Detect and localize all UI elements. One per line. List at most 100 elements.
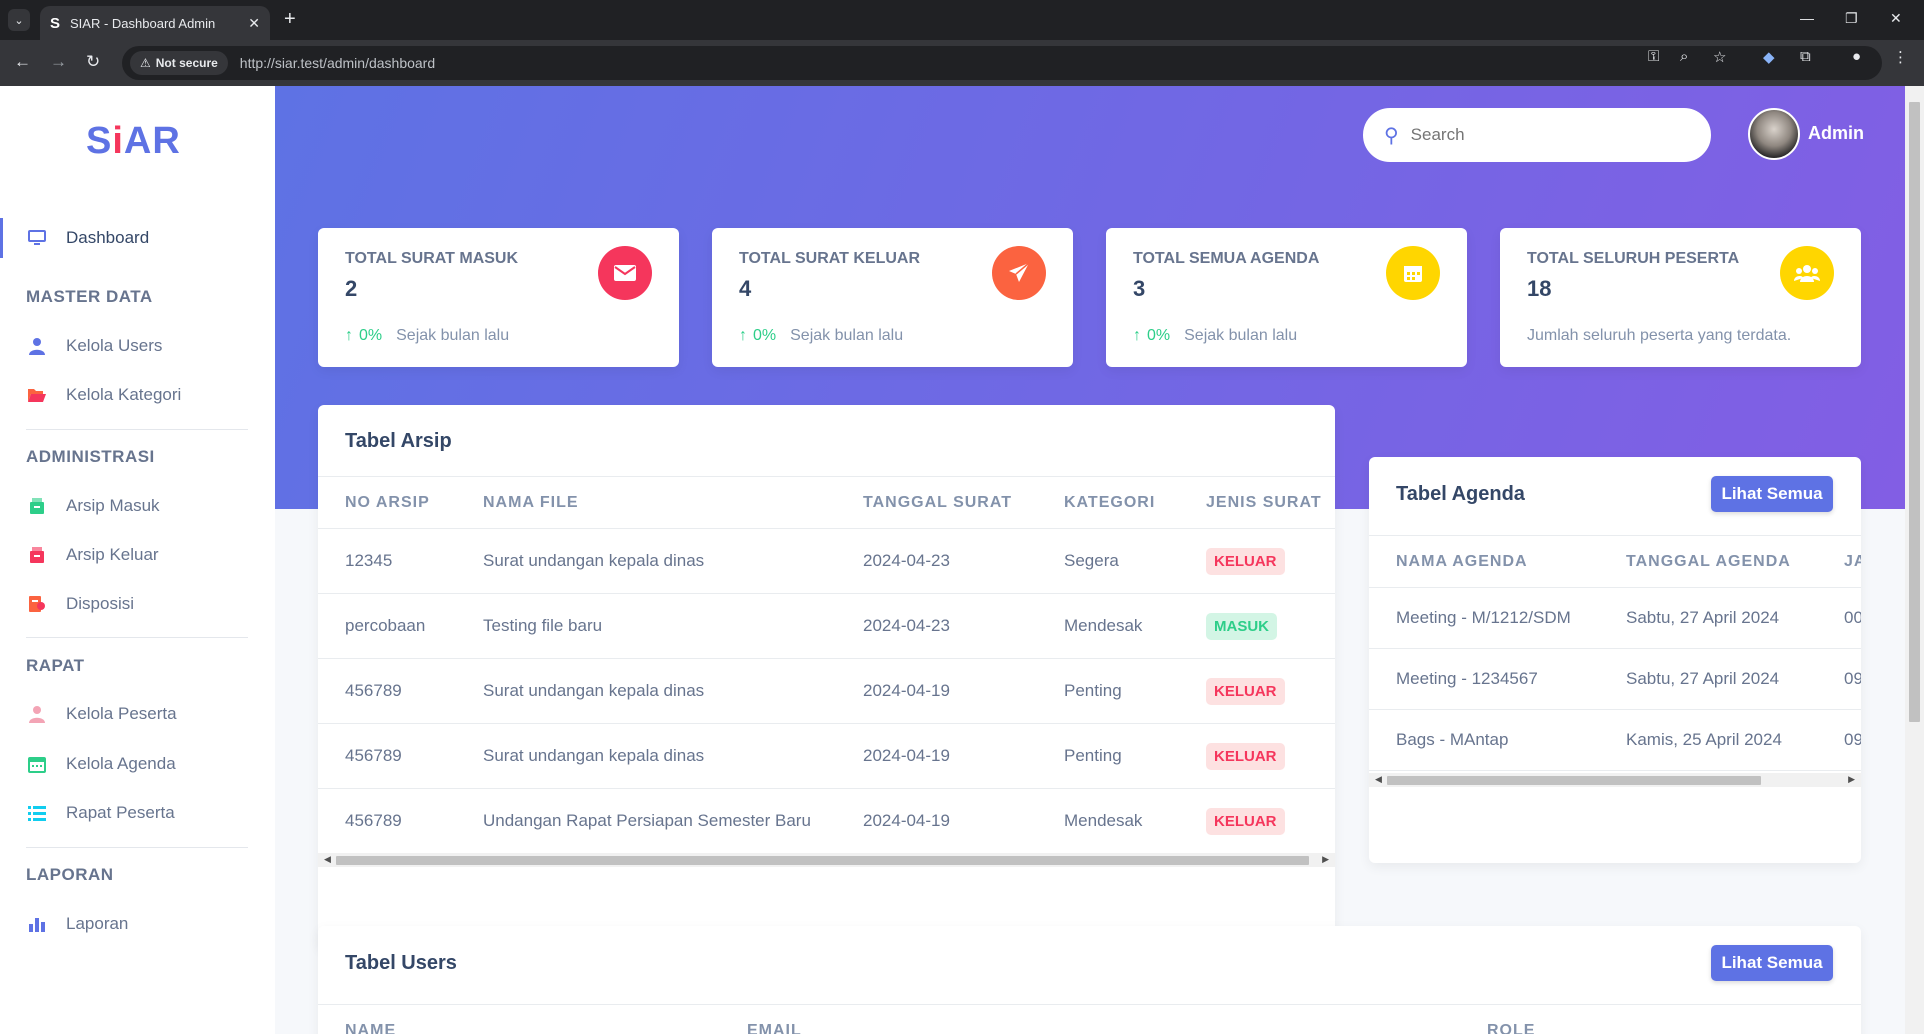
scrollbar-thumb[interactable] xyxy=(1387,776,1761,785)
sidebar-item-arsip-keluar[interactable]: Arsip Keluar xyxy=(0,535,275,575)
bookmark-star-icon[interactable]: ☆ xyxy=(1713,48,1726,66)
bar-chart-icon xyxy=(26,916,48,932)
section-master-data: MASTER DATA xyxy=(26,287,153,306)
table-row: Meeting - M/1212/SDM Sabtu, 27 April 202… xyxy=(1369,587,1861,649)
archive-out-icon xyxy=(26,546,48,564)
stat-footer: Jumlah seluruh peserta yang terdata. xyxy=(1527,327,1792,344)
column-header: JENIS SURAT xyxy=(1179,476,1335,529)
stat-label: TOTAL SURAT MASUK xyxy=(345,250,519,267)
close-tab-icon[interactable]: ✕ xyxy=(248,15,260,32)
sidebar: SiAR Dashboard MASTER DATA Kelola Users … xyxy=(0,86,275,1034)
monitor-icon xyxy=(26,230,48,246)
browser-tab[interactable]: S SIAR - Dashboard Admin ✕ xyxy=(40,6,270,40)
column-header: TANGGAL SURAT xyxy=(836,476,1037,529)
sidebar-item-disposisi[interactable]: Disposisi xyxy=(0,584,275,624)
column-header: EMAIL xyxy=(720,1004,1460,1034)
back-icon[interactable]: ← xyxy=(14,52,31,72)
sidebar-item-dashboard[interactable]: Dashboard xyxy=(0,218,275,258)
stat-footer: ↑ 0% Sejak bulan lalu xyxy=(1133,327,1298,344)
lihat-semua-agenda-button[interactable]: Lihat Semua xyxy=(1711,476,1833,512)
calendar-icon xyxy=(1386,246,1440,300)
agenda-table-title: Tabel Agenda xyxy=(1396,483,1525,505)
zoom-icon[interactable]: ⌕ xyxy=(1680,48,1688,65)
scroll-left-icon[interactable]: ◀ xyxy=(1375,774,1382,785)
column-header: JA xyxy=(1817,535,1861,588)
profile-icon[interactable]: ● xyxy=(1852,48,1861,65)
user-name[interactable]: Admin xyxy=(1808,123,1864,144)
tab-search-button[interactable]: ⌄ xyxy=(8,9,30,31)
sidebar-item-kelola-kategori[interactable]: Kelola Kategori xyxy=(0,375,275,415)
address-bar[interactable]: ⚠ Not secure http://siar.test/admin/dashb… xyxy=(122,46,1882,80)
envelope-icon xyxy=(598,246,652,300)
scroll-right-icon[interactable]: ▶ xyxy=(1848,774,1855,785)
column-header: NAMA FILE xyxy=(456,476,836,529)
sidebar-item-kelola-users[interactable]: Kelola Users xyxy=(0,326,275,366)
scroll-left-icon[interactable]: ◀ xyxy=(324,854,331,865)
status-badge: KELUAR xyxy=(1206,677,1285,705)
password-key-icon[interactable]: ⚿ xyxy=(1648,48,1659,65)
status-badge: KELUAR xyxy=(1206,742,1285,770)
paper-plane-icon xyxy=(992,246,1046,300)
user-icon xyxy=(26,705,48,723)
stat-value: 4 xyxy=(739,276,752,301)
agenda-horizontal-scrollbar[interactable]: ◀ ▶ xyxy=(1369,773,1861,787)
stat-card-surat-keluar: TOTAL SURAT KELUAR 4 ↑ 0% Sejak bulan lalu xyxy=(712,228,1073,367)
avatar[interactable] xyxy=(1748,108,1800,160)
section-administrasi: ADMINISTRASI xyxy=(26,447,155,466)
reload-icon[interactable]: ↻ xyxy=(86,52,100,72)
stat-footer: ↑ 0% Sejak bulan lalu xyxy=(739,327,904,344)
extension-icon[interactable]: ◆ xyxy=(1763,48,1775,66)
sidebar-item-rapat-peserta[interactable]: Rapat Peserta xyxy=(0,793,275,833)
url-text: http://siar.test/admin/dashboard xyxy=(239,55,436,71)
stat-footer: ↑ 0% Sejak bulan lalu xyxy=(345,327,510,344)
page-vertical-scrollbar[interactable] xyxy=(1905,86,1924,1034)
column-header: NO ARSIP xyxy=(318,476,456,529)
sidebar-divider xyxy=(26,429,248,430)
menu-kebab-icon[interactable]: ⋮ xyxy=(1893,48,1908,66)
table-row: 456789 Surat undangan kepala dinas 2024-… xyxy=(318,723,1335,789)
arsip-horizontal-scrollbar[interactable]: ◀ ▶ xyxy=(318,853,1335,867)
extensions-puzzle-icon[interactable]: ⧉ xyxy=(1800,48,1811,65)
section-rapat: RAPAT xyxy=(26,656,85,675)
arsip-table-card: Tabel Arsip NO ARSIP NAMA FILE TANGGAL S… xyxy=(318,405,1335,947)
minimize-icon[interactable]: — xyxy=(1800,10,1814,26)
favicon-icon: S xyxy=(50,14,61,32)
scroll-right-icon[interactable]: ▶ xyxy=(1322,854,1329,865)
sidebar-item-arsip-masuk[interactable]: Arsip Masuk xyxy=(0,486,275,526)
search-input[interactable] xyxy=(1410,125,1671,145)
section-laporan: LAPORAN xyxy=(26,865,114,884)
scrollbar-thumb[interactable] xyxy=(336,856,1309,865)
stat-label: TOTAL SELURUH PESERTA xyxy=(1527,250,1740,267)
status-badge: MASUK xyxy=(1206,612,1277,640)
table-row: percobaan Testing file baru 2024-04-23 M… xyxy=(318,593,1335,659)
new-tab-button[interactable]: + xyxy=(284,8,296,31)
table-row: 456789 Surat undangan kepala dinas 2024-… xyxy=(318,658,1335,724)
sidebar-item-kelola-peserta[interactable]: Kelola Peserta xyxy=(0,694,275,734)
column-header: KATEGORI xyxy=(1037,476,1179,529)
users-table: NAME EMAIL ROLE xyxy=(318,1004,1861,1034)
page-viewport: SiAR Dashboard MASTER DATA Kelola Users … xyxy=(0,86,1924,1034)
users-table-title: Tabel Users xyxy=(345,952,457,974)
sidebar-divider xyxy=(26,637,248,638)
stat-label: TOTAL SURAT KELUAR xyxy=(739,250,921,267)
close-window-icon[interactable]: ✕ xyxy=(1890,10,1902,27)
table-row: Meeting - 1234567 Sabtu, 27 April 2024 0… xyxy=(1369,648,1861,710)
app-logo[interactable]: SiAR xyxy=(86,120,181,163)
users-group-icon xyxy=(1780,246,1834,300)
sidebar-item-kelola-agenda[interactable]: Kelola Agenda xyxy=(0,744,275,784)
stat-value: 2 xyxy=(345,276,358,301)
column-header: ROLE xyxy=(1460,1004,1861,1034)
arrow-up-icon: ↑ xyxy=(739,327,747,344)
forward-icon[interactable]: → xyxy=(50,52,67,72)
arrow-up-icon: ↑ xyxy=(1133,327,1141,344)
table-row: 456789 Undangan Rapat Persiapan Semester… xyxy=(318,788,1335,854)
not-secure-badge[interactable]: ⚠ Not secure xyxy=(130,51,228,75)
sidebar-item-laporan[interactable]: Laporan xyxy=(0,904,275,944)
scrollbar-thumb[interactable] xyxy=(1909,102,1920,722)
lihat-semua-users-button[interactable]: Lihat Semua xyxy=(1711,945,1833,981)
status-badge: KELUAR xyxy=(1206,547,1285,575)
stat-card-semua-agenda: TOTAL SEMUA AGENDA 3 ↑ 0% Sejak bulan lalu xyxy=(1106,228,1467,367)
column-header: TANGGAL AGENDA xyxy=(1599,535,1817,588)
restore-icon[interactable]: ❐ xyxy=(1845,10,1858,27)
search-box[interactable]: ⚲ xyxy=(1363,108,1711,162)
